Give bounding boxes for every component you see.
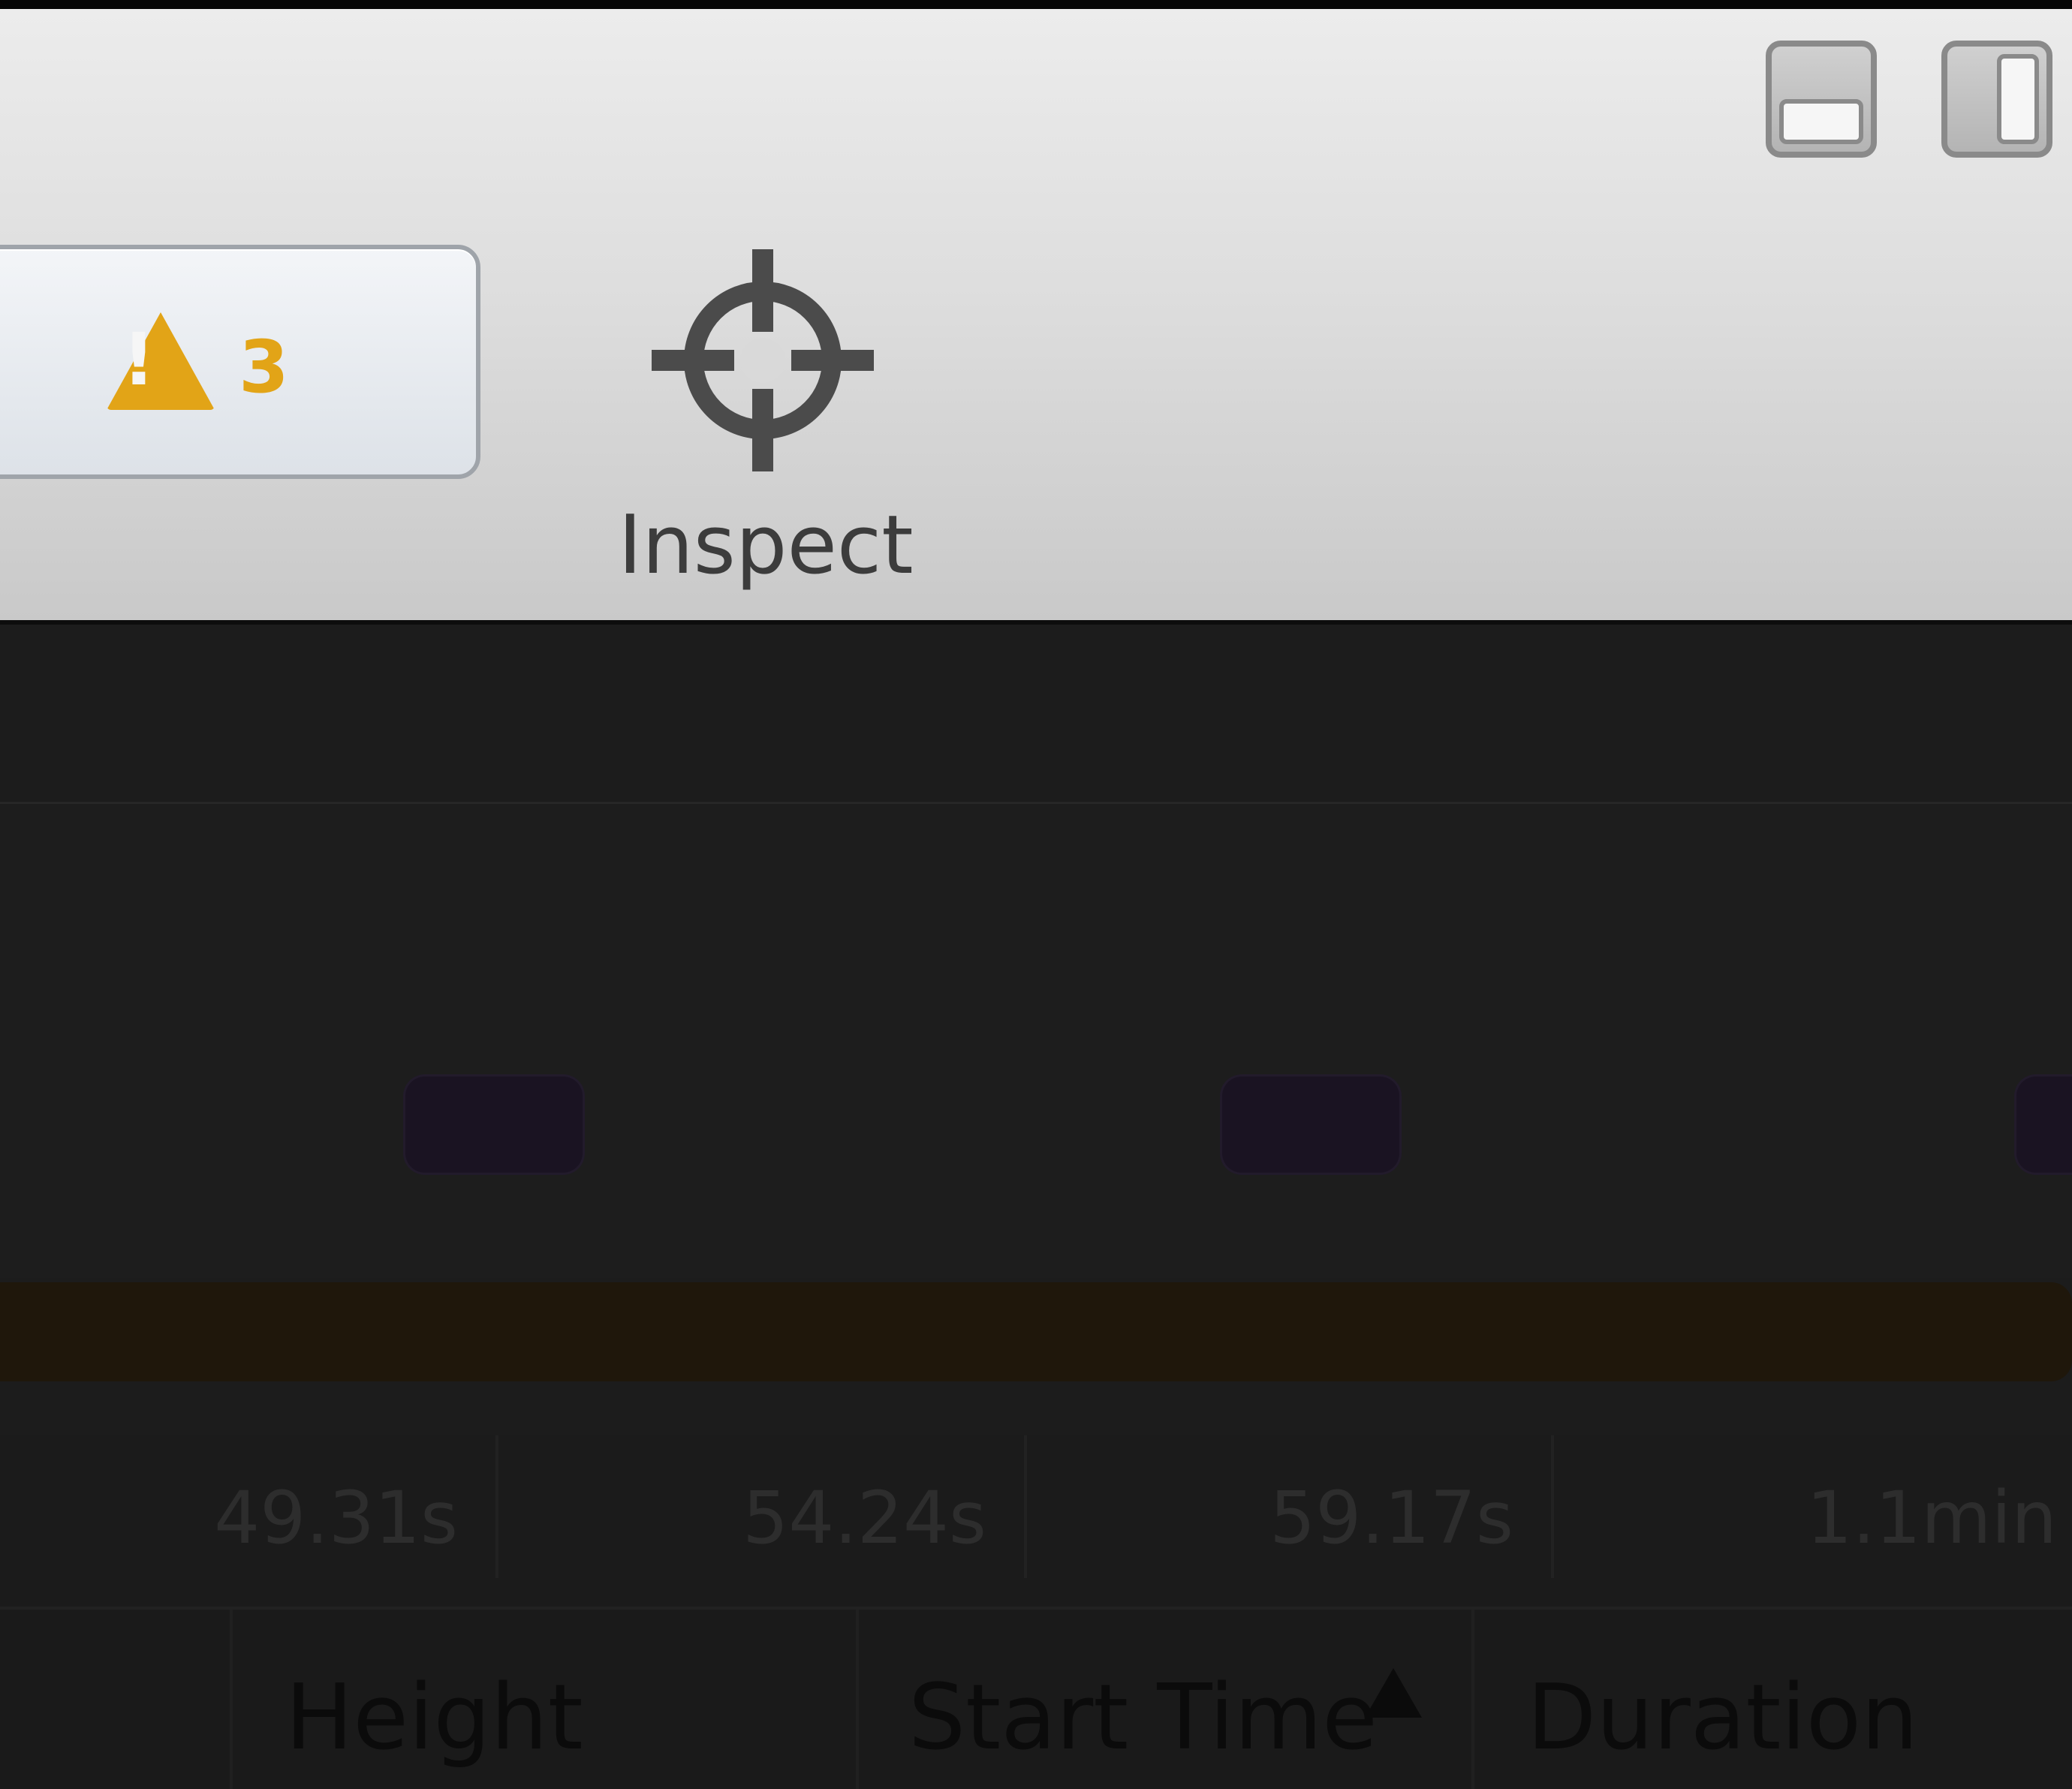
- dock-bottom-button[interactable]: [1766, 41, 1877, 158]
- column-separator[interactable]: [856, 1610, 859, 1789]
- ruler-label: 49.31s: [214, 1476, 458, 1560]
- track-divider: [0, 802, 2072, 804]
- column-header-height[interactable]: Height: [285, 1666, 583, 1771]
- warning-count: 3: [239, 325, 289, 409]
- issues-button[interactable]: ! 3: [0, 245, 480, 479]
- timeline-event[interactable]: [1222, 1077, 1399, 1173]
- toolbar: ! 3 Inspect: [0, 9, 2072, 625]
- column-header-start-time[interactable]: Start Time: [908, 1666, 1378, 1771]
- column-separator[interactable]: [230, 1610, 233, 1789]
- ruler-tick: [1551, 1435, 1554, 1578]
- warning-icon-mark: !: [122, 318, 155, 402]
- ruler-tick: [495, 1435, 498, 1578]
- dock-bottom-icon: [1779, 99, 1863, 144]
- dock-right-button[interactable]: [1941, 41, 2052, 158]
- crosshair-icon[interactable]: [650, 248, 875, 473]
- timeline-progress-bar: [0, 1282, 2072, 1381]
- time-ruler: 49.31s 54.24s 59.17s 1.1min: [0, 1435, 2072, 1578]
- column-header-duration[interactable]: Duration: [1527, 1666, 1918, 1771]
- window-top-edge: [0, 0, 2072, 9]
- dock-right-icon: [1997, 54, 2039, 144]
- column-separator[interactable]: [1471, 1610, 1474, 1789]
- ruler-tick: [1024, 1435, 1027, 1578]
- inspect-label[interactable]: Inspect: [601, 497, 931, 595]
- ruler-label: 59.17s: [1269, 1476, 1513, 1560]
- sort-ascending-icon: [1365, 1668, 1422, 1718]
- table-header: Height Start Time Duration: [0, 1607, 2072, 1789]
- timeline-event[interactable]: [405, 1077, 583, 1173]
- ruler-label: 1.1min: [1806, 1476, 2057, 1560]
- ruler-label: 54.24s: [742, 1476, 986, 1560]
- timeline-area[interactable]: [0, 625, 2072, 1435]
- timeline-event[interactable]: [2016, 1077, 2072, 1173]
- timeline-track: [0, 805, 2072, 1278]
- app-window: ! 3 Inspect 49.31s 54.24s 59.17s 1.1min: [0, 0, 2072, 1789]
